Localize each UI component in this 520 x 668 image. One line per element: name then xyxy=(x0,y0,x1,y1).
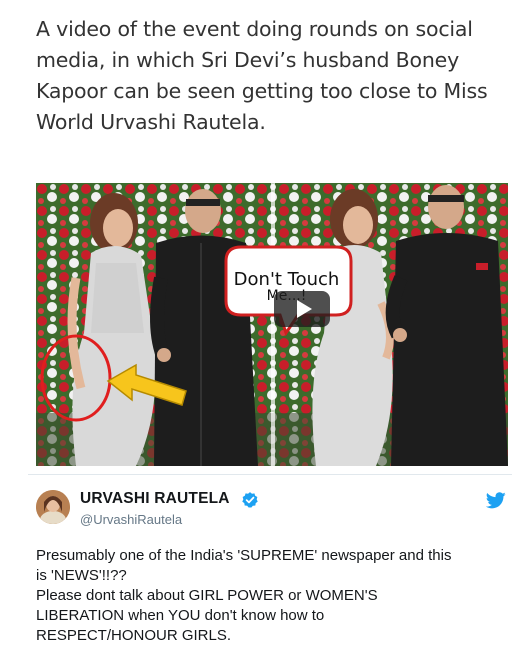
tweet-line: Presumably one of the India's 'SUPREME' … xyxy=(36,547,452,564)
tweet-text: Presumably one of the India's 'SUPREME' … xyxy=(36,546,506,646)
avatar[interactable] xyxy=(36,490,70,524)
tweet-line: Please dont talk about GIRL POWER or WOM… xyxy=(36,587,378,604)
divider xyxy=(28,474,512,475)
tweet-line: is 'NEWS'!!?? xyxy=(36,567,127,584)
play-icon xyxy=(296,300,312,318)
article-caption: A video of the event doing rounds on soc… xyxy=(36,17,488,134)
user-handle[interactable]: @UrvashiRautela xyxy=(80,512,182,527)
tweet-line: RESPECT/HONOUR GIRLS. xyxy=(36,627,232,644)
user-name[interactable]: URVASHI RAUTELA xyxy=(80,490,230,508)
verified-badge-icon xyxy=(242,492,258,508)
embedded-tweet[interactable]: URVASHI RAUTELA @UrvashiRautela Presumab… xyxy=(28,476,512,668)
play-button[interactable] xyxy=(274,291,330,327)
tweet-line: LIBERATION when YOU don't know how to xyxy=(36,607,325,624)
twitter-bird-icon[interactable] xyxy=(486,492,506,509)
video-thumbnail xyxy=(36,183,508,466)
bubble-line-1: Don't Touch xyxy=(233,269,340,290)
embedded-video[interactable]: Don't Touch Me...! xyxy=(36,183,508,466)
